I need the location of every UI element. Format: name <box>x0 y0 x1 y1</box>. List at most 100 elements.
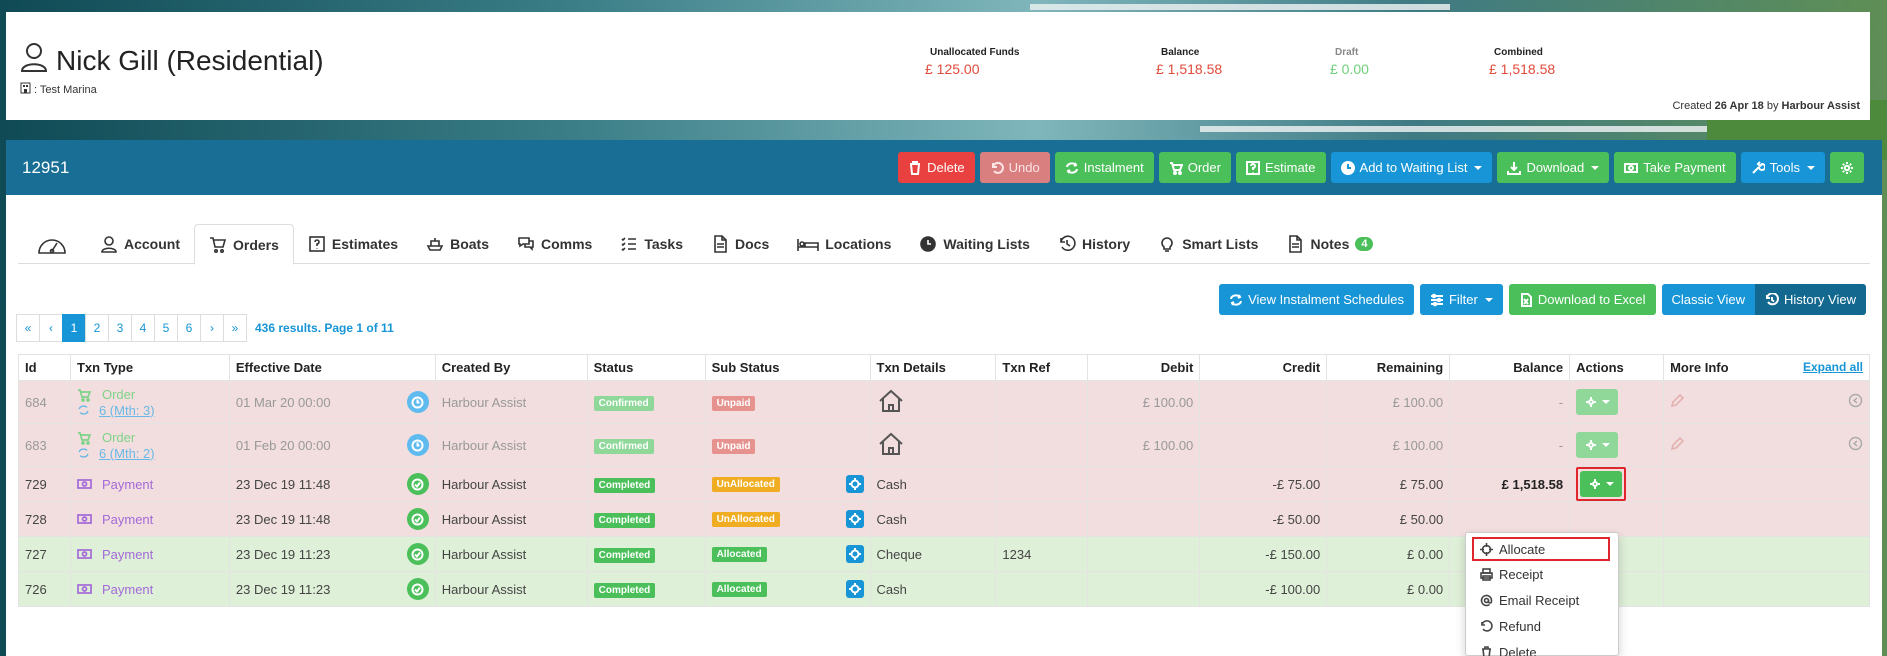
expand-all-link[interactable]: Expand all <box>1803 360 1863 374</box>
tab-label: Smart Lists <box>1182 236 1259 252</box>
sub-status-badge: Allocated <box>711 581 767 597</box>
col-created-by[interactable]: Created By <box>434 354 588 381</box>
tab-tasks[interactable]: Tasks <box>606 224 697 264</box>
tab-docs[interactable]: Docs <box>697 224 783 264</box>
tab-notes[interactable]: Notes 4 <box>1272 224 1387 264</box>
tab-history[interactable]: History <box>1044 224 1144 264</box>
instalment-link[interactable]: 6 (Mth: 3) <box>77 403 223 418</box>
menu-item-delete[interactable]: Delete <box>1466 639 1618 656</box>
col-txn-type[interactable]: Txn Type <box>69 354 230 381</box>
txn-type-order: Order <box>77 387 223 403</box>
row-actions-button[interactable] <box>1576 389 1619 415</box>
row-credit <box>1199 423 1328 467</box>
page-prev[interactable]: ‹ <box>39 314 63 342</box>
menu-item-receipt[interactable]: Receipt <box>1466 561 1618 587</box>
download-to-excel-button[interactable]: Download to Excel <box>1508 284 1656 315</box>
row-debit <box>1087 536 1201 572</box>
row-date: 01 Feb 20 00:00 <box>228 423 436 467</box>
row-date: 23 Dec 19 11:23 <box>228 571 436 607</box>
col-id[interactable]: Id <box>18 354 71 381</box>
tools-button[interactable]: Tools <box>1740 152 1825 183</box>
col-sub-status[interactable]: Sub Status <box>704 354 871 381</box>
col-effective-date[interactable]: Effective Date <box>228 354 436 381</box>
status-badge: Completed <box>593 547 656 563</box>
row-remaining: £ 100.00 <box>1326 380 1451 424</box>
menu-item-allocate[interactable]: Allocate <box>1472 537 1610 561</box>
instalment-button[interactable]: Instalment <box>1054 152 1154 183</box>
table-row[interactable]: 684 Order 6 (Mth: 3) 01 Mar 20 00:00 Har… <box>18 380 1870 424</box>
undo-icon <box>1481 619 1493 632</box>
col-remaining[interactable]: Remaining <box>1326 354 1451 381</box>
account-toolbar-bar: 12951 Delete Undo Instalment Order Estim… <box>6 140 1882 195</box>
tab-comms[interactable]: Comms <box>503 224 606 264</box>
estimate-button[interactable]: Estimate <box>1235 152 1326 183</box>
col-balance[interactable]: Balance <box>1449 354 1571 381</box>
col-status[interactable]: Status <box>586 354 706 381</box>
gear-icon <box>1841 161 1853 174</box>
draft-value: £ 0.00 <box>1330 61 1369 77</box>
download-button[interactable]: Download <box>1497 152 1610 183</box>
table-row[interactable]: 683 Order 6 (Mth: 2) 01 Feb 20 00:00 Har… <box>18 423 1870 467</box>
edit-pencil-icon[interactable] <box>1670 436 1685 454</box>
page-first[interactable]: « <box>16 314 40 342</box>
edit-pencil-icon[interactable] <box>1670 393 1685 411</box>
table-row[interactable]: 729 Payment 23 Dec 19 11:48 Harbour Assi… <box>18 466 1870 502</box>
page-3[interactable]: 3 <box>108 314 132 342</box>
col-credit[interactable]: Credit <box>1199 354 1328 381</box>
tab-boats[interactable]: Boats <box>412 224 503 264</box>
tab-label: Docs <box>735 236 770 252</box>
page-next[interactable]: › <box>200 314 224 342</box>
row-debit: £ 100.00 <box>1087 380 1201 424</box>
undo-button[interactable]: Undo <box>979 152 1050 183</box>
row-more-info <box>1663 423 1870 467</box>
col-txn-ref[interactable]: Txn Ref <box>995 354 1089 381</box>
classic-view-button[interactable]: Classic View <box>1661 284 1755 315</box>
row-credit: -£ 75.00 <box>1199 466 1328 502</box>
menu-item-refund[interactable]: Refund <box>1466 613 1618 639</box>
tab-waiting-lists[interactable]: Waiting Lists <box>905 224 1044 264</box>
instalment-link[interactable]: 6 (Mth: 2) <box>77 446 223 461</box>
order-button[interactable]: Order <box>1158 152 1231 183</box>
crosshairs-icon[interactable] <box>845 580 864 598</box>
page-4[interactable]: 4 <box>131 314 155 342</box>
cart-icon <box>77 431 92 445</box>
menu-item-email-receipt[interactable]: Email Receipt <box>1466 587 1618 613</box>
tab-smart-lists[interactable]: Smart Lists <box>1144 224 1272 264</box>
sub-status-badge: UnAllocated <box>711 476 780 492</box>
crosshairs-icon[interactable] <box>845 545 864 563</box>
settings-button[interactable] <box>1830 152 1864 183</box>
home-icon <box>877 389 905 418</box>
tab-account[interactable]: Account <box>86 224 194 264</box>
view-instalment-schedules-button[interactable]: View Instalment Schedules <box>1219 284 1414 315</box>
status-badge: Completed <box>593 477 656 493</box>
crosshairs-icon[interactable] <box>845 475 864 493</box>
expand-row-icon[interactable] <box>1848 436 1863 454</box>
page-6[interactable]: 6 <box>177 314 201 342</box>
page-2[interactable]: 2 <box>85 314 109 342</box>
page-1[interactable]: 1 <box>62 314 86 342</box>
crosshairs-icon[interactable] <box>845 510 864 528</box>
history-view-button[interactable]: History View <box>1754 284 1866 315</box>
row-actions-button[interactable] <box>1576 432 1619 458</box>
row-sub-status: Unpaid <box>704 380 871 424</box>
tab-estimates[interactable]: Estimates <box>294 224 412 264</box>
delete-button[interactable]: Delete <box>898 152 975 183</box>
row-created-by: Harbour Assist <box>434 501 588 537</box>
col-debit[interactable]: Debit <box>1087 354 1201 381</box>
tab-locations[interactable]: Locations <box>783 224 905 264</box>
row-actions-button[interactable] <box>1580 471 1623 497</box>
col-txn-details[interactable]: Txn Details <box>869 354 997 381</box>
tab-label: Boats <box>450 236 489 252</box>
row-date: 23 Dec 19 11:23 <box>228 536 436 572</box>
tab-orders[interactable]: Orders <box>194 224 294 265</box>
page-5[interactable]: 5 <box>154 314 178 342</box>
row-remaining: £ 0.00 <box>1326 571 1451 607</box>
filter-button[interactable]: Filter <box>1419 284 1503 315</box>
page-last[interactable]: » <box>223 314 247 342</box>
add-to-waiting-list-button[interactable]: Add to Waiting List <box>1330 152 1493 183</box>
expand-row-icon[interactable] <box>1848 393 1863 411</box>
tab-dashboard[interactable] <box>18 224 86 264</box>
take-payment-button[interactable]: Take Payment <box>1614 152 1736 183</box>
row-status: Completed <box>586 571 706 607</box>
txn-type-label: Order <box>101 429 136 445</box>
